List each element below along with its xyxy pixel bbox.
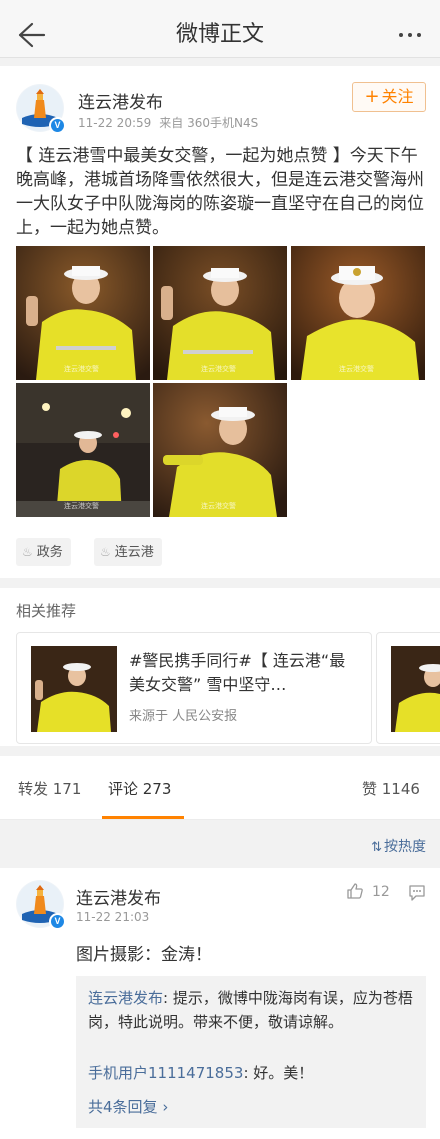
comment-reply-button[interactable] [408,884,426,906]
post-photo-3[interactable]: 连云港交警 [291,246,425,380]
more-dot [408,33,412,37]
more-dot [417,33,421,37]
post-source: 来自 360手机N4S [159,116,259,130]
comment-item: V 连云港发布 11-22 21:03 12 图片摄影：金涛！ 连云港发布: 提… [0,868,440,1139]
tag-label: 连云港 [114,545,154,560]
reply-user-link[interactable]: 连云港发布 [88,989,163,1007]
reply-item-2: 手机用户1111471853: 好。美！ [88,1062,313,1083]
tag-label: 政务 [36,545,63,560]
traffic-officer-image [16,246,150,380]
thumbs-up-icon [347,883,363,899]
post-time: 11-22 20:59 [78,116,152,130]
post-photo-2[interactable]: 连云港交警 [153,246,287,380]
follow-button[interactable]: + 关注 [352,82,426,112]
traffic-officer-image [153,246,287,380]
follow-label: 关注 [381,87,414,106]
sort-icon: ⇅ [371,840,382,855]
verified-badge-icon: V [49,913,66,930]
related-recommendations: 相关推荐 #警民携手同行#【 连云港“最美女交警” 雪中坚守… 来源于 人民公安… [0,588,440,746]
photo-watermark: 连云港交警 [201,365,236,373]
reply-box: 连云港发布: 提示，微博中陇海岗有误，应为苍梧岗，特此说明。带来不便，敬请谅解。… [76,976,426,1128]
back-button[interactable] [10,18,50,52]
photo-watermark: 连云港交警 [64,365,99,373]
sort-label: 按热度 [384,839,426,855]
author-name[interactable]: 连云港发布 [78,88,163,113]
more-dots-icon [399,33,403,37]
recommend-text: #警民携手同行#【 连云港“最美女交警” 雪中坚守… [129,651,346,694]
comment-like-count: 12 [372,884,390,900]
photo-watermark: 连云港交警 [201,502,236,510]
reply-item-1: 连云港发布: 提示，微博中陇海岗有误，应为苍梧岗，特此说明。带来不便，敬请谅解。 [88,986,418,1034]
post-text: 【 连云港雪中最美女交警，一起为她点赞 】今天下午晚高峰，港城首场降雪依然很大，… [16,146,424,238]
traffic-officer-image [153,383,287,517]
topic-tag-2[interactable]: ♨ 连云港 [94,538,162,566]
sort-by-hot-button[interactable]: ⇅ 按热度 [371,836,426,856]
post-photo-4[interactable]: 连云港交警 [16,383,150,517]
tab-comments[interactable]: 评论 273 [108,778,171,799]
comment-like-button[interactable]: 12 [346,882,390,900]
recommend-card-next[interactable] [376,632,440,744]
reply-colon: : [163,989,173,1007]
top-nav-bar: 微博正文 [0,12,440,58]
traffic-officer-image [31,646,117,732]
post-photo-1[interactable]: 连云港交警 [16,246,150,380]
tab-repost[interactable]: 转发 171 [18,778,81,799]
flame-icon: ♨ [100,545,111,559]
commenter-avatar[interactable]: V [16,880,66,930]
sort-bar: ⇅ 按热度 [0,822,440,868]
post-photo-5[interactable]: 连云港交警 [153,383,287,517]
view-all-replies-link[interactable]: 共4条回复 › [88,1096,168,1117]
active-tab-indicator [102,816,184,819]
comment-time: 11-22 21:03 [76,910,150,924]
traffic-officer-image [391,646,440,732]
traffic-officer-image [291,246,425,380]
comment-bubble-icon [409,885,425,901]
section-title: 相关推荐 [16,602,77,620]
recommend-thumbnail [31,646,117,732]
page-title: 微博正文 [175,22,264,47]
plus-icon: + [364,86,380,107]
recommend-source: 来源于 人民公安报 [129,709,238,724]
reply-text: 好。美！ [253,1064,314,1082]
reply-colon: : [243,1064,254,1082]
commenter-name[interactable]: 连云港发布 [76,884,161,909]
weibo-post: V 连云港发布 11-22 20:59 来自 360手机N4S + 关注 【 连云港… [0,66,440,578]
flame-icon: ♨ [22,545,33,559]
back-arrow-icon [18,22,46,48]
comment-text: 图片摄影：金涛！ [76,945,212,965]
status-bar [0,0,440,12]
post-meta: 11-22 20:59 来自 360手机N4S [78,114,266,131]
verified-badge-icon: V [49,117,66,134]
interaction-tabs: 转发 171 评论 273 赞 1146 [0,756,440,820]
photo-watermark: 连云港交警 [64,502,99,510]
photo-watermark: 连云港交警 [339,365,374,373]
more-options-button[interactable] [390,20,430,50]
more-replies-label: 共4条回复 [88,1098,158,1116]
author-avatar[interactable]: V [16,84,66,134]
recommend-card[interactable]: #警民携手同行#【 连云港“最美女交警” 雪中坚守… 来源于 人民公安报 [16,632,372,744]
reply-user-link[interactable]: 手机用户1111471853 [88,1064,243,1082]
traffic-officer-image [16,383,150,517]
tab-likes[interactable]: 赞 1146 [362,778,420,799]
topic-tag-1[interactable]: ♨ 政务 [16,538,71,566]
chevron-right-icon: › [157,1098,169,1116]
